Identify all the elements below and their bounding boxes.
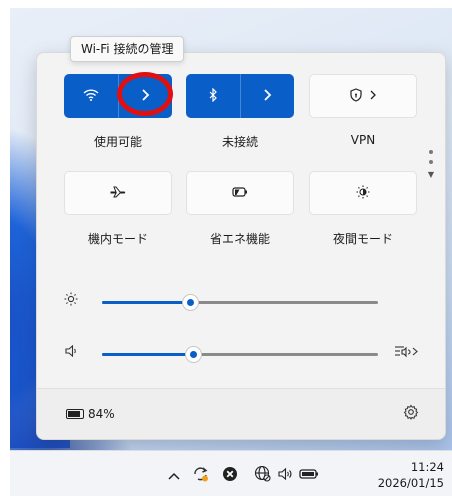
vpn-tile-label: VPN	[350, 133, 376, 147]
vpn-shield-icon	[349, 87, 363, 105]
audio-output-button[interactable]	[394, 344, 420, 361]
battery-status[interactable]: 84%	[66, 407, 115, 421]
speaker-icon	[277, 467, 293, 485]
tile-page-indicator[interactable]: ▼	[427, 150, 435, 179]
network-volume-battery-group[interactable]	[250, 463, 323, 488]
page-dot	[429, 150, 433, 154]
wifi-tile	[64, 74, 172, 118]
brightness-slider-fill	[102, 301, 191, 304]
night-light-tile[interactable]	[309, 171, 417, 215]
bluetooth-tile	[186, 74, 294, 118]
chevron-right-icon	[140, 88, 150, 104]
chevron-right-icon	[262, 88, 272, 104]
battery-icon	[66, 409, 84, 419]
airplane-icon	[110, 185, 126, 202]
night-light-label: 夜間モード	[332, 232, 393, 246]
battery-saver-label: 省エネ機能	[209, 232, 270, 246]
brightness-icon	[64, 292, 78, 310]
volume-slider-thumb[interactable]	[186, 347, 202, 362]
clock-time: 11:24	[410, 460, 444, 474]
bluetooth-manage-button[interactable]	[239, 74, 295, 118]
brightness-slider-thumb[interactable]	[183, 295, 199, 310]
airplane-mode-tile[interactable]	[64, 171, 172, 215]
brightness-slider-row	[60, 292, 420, 312]
page-dot	[429, 160, 433, 164]
volume-slider-fill	[102, 353, 194, 356]
bluetooth-toggle-button[interactable]	[186, 74, 240, 118]
battery-saver-icon	[232, 186, 248, 200]
night-light-icon	[356, 185, 370, 202]
battery-percent: 84%	[88, 407, 115, 421]
wifi-toggle-button[interactable]	[64, 74, 118, 118]
wifi-icon	[83, 88, 99, 104]
wifi-manage-button[interactable]	[117, 74, 173, 118]
battery-saver-tile[interactable]	[186, 171, 294, 215]
close-circle-icon[interactable]	[222, 466, 238, 486]
vpn-tile[interactable]	[309, 74, 417, 118]
show-hidden-icons-button[interactable]	[168, 468, 180, 484]
volume-slider-row	[60, 344, 420, 364]
taskbar-clock[interactable]: 11:24 2026/01/15	[378, 459, 444, 491]
wifi-manage-tooltip: Wi-Fi 接続の管理	[70, 36, 185, 62]
sync-status-icon[interactable]	[192, 466, 210, 486]
settings-gear-icon[interactable]	[403, 404, 419, 424]
brightness-slider[interactable]	[102, 295, 378, 310]
wifi-tile-label: 使用可能	[93, 135, 142, 149]
chevron-right-icon	[369, 89, 377, 103]
volume-slider[interactable]	[102, 347, 378, 362]
bluetooth-icon	[208, 87, 218, 105]
globe-network-icon	[254, 465, 271, 486]
system-tray	[168, 463, 323, 488]
caret-down-icon: ▼	[427, 170, 435, 179]
clock-date: 2026/01/15	[377, 476, 444, 490]
bluetooth-tile-label: 未接続	[221, 135, 258, 149]
airplane-mode-label: 機内モード	[87, 232, 148, 246]
taskbar: 11:24 2026/01/15	[10, 450, 452, 496]
battery-icon	[299, 468, 319, 484]
speaker-icon[interactable]	[64, 344, 78, 362]
